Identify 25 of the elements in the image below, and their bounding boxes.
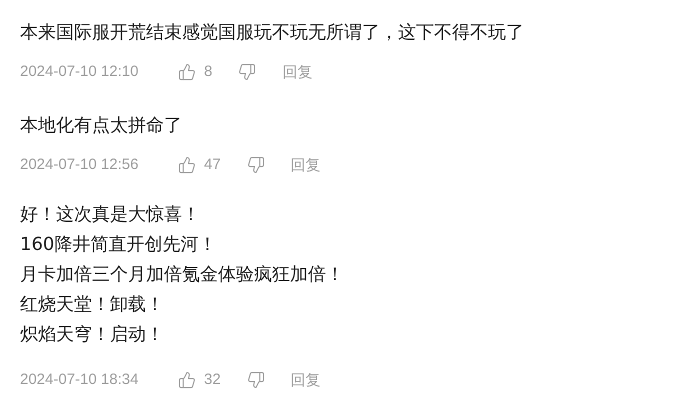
thumbs-up-icon xyxy=(178,63,196,81)
thumbs-up-icon xyxy=(178,156,196,174)
dislike-button[interactable] xyxy=(238,63,256,81)
thumbs-down-icon xyxy=(246,371,265,389)
comment-text: 月卡加倍三个月加倍氪金体验疯狂加倍！ xyxy=(20,263,344,287)
comment-time: 2024-07-10 18:34 xyxy=(20,370,140,390)
like-button[interactable]: 47 xyxy=(178,154,221,176)
dislike-button[interactable] xyxy=(246,156,265,174)
comment-time: 2024-07-10 12:56 xyxy=(20,154,140,175)
thumbs-up-icon xyxy=(178,371,196,389)
comment-text: 炽焰天穹！启动！ xyxy=(20,323,164,347)
dislike-button[interactable] xyxy=(246,371,265,389)
reply-button[interactable]: 回复 xyxy=(290,368,321,392)
thumbs-down-icon xyxy=(246,156,265,174)
comment-text: 本地化有点太拼命了 xyxy=(20,114,182,138)
thumbs-down-icon xyxy=(238,63,256,81)
reply-button[interactable]: 回复 xyxy=(290,154,321,176)
comment-text: 红烧天堂！卸载！ xyxy=(20,293,164,317)
like-button[interactable]: 32 xyxy=(178,368,221,392)
comment-text: 本来国际服开荒结束感觉国服玩不玩无所谓了，这下不得不玩了 xyxy=(20,21,524,45)
comment-text: 好！这次真是大惊喜！ xyxy=(20,203,200,227)
comment-text: 160降井简直开创先河！ xyxy=(20,233,216,257)
like-button[interactable]: 8 xyxy=(178,60,212,84)
reply-button[interactable]: 回复 xyxy=(282,60,312,84)
comment-time: 2024-07-10 12:10 xyxy=(20,62,140,82)
